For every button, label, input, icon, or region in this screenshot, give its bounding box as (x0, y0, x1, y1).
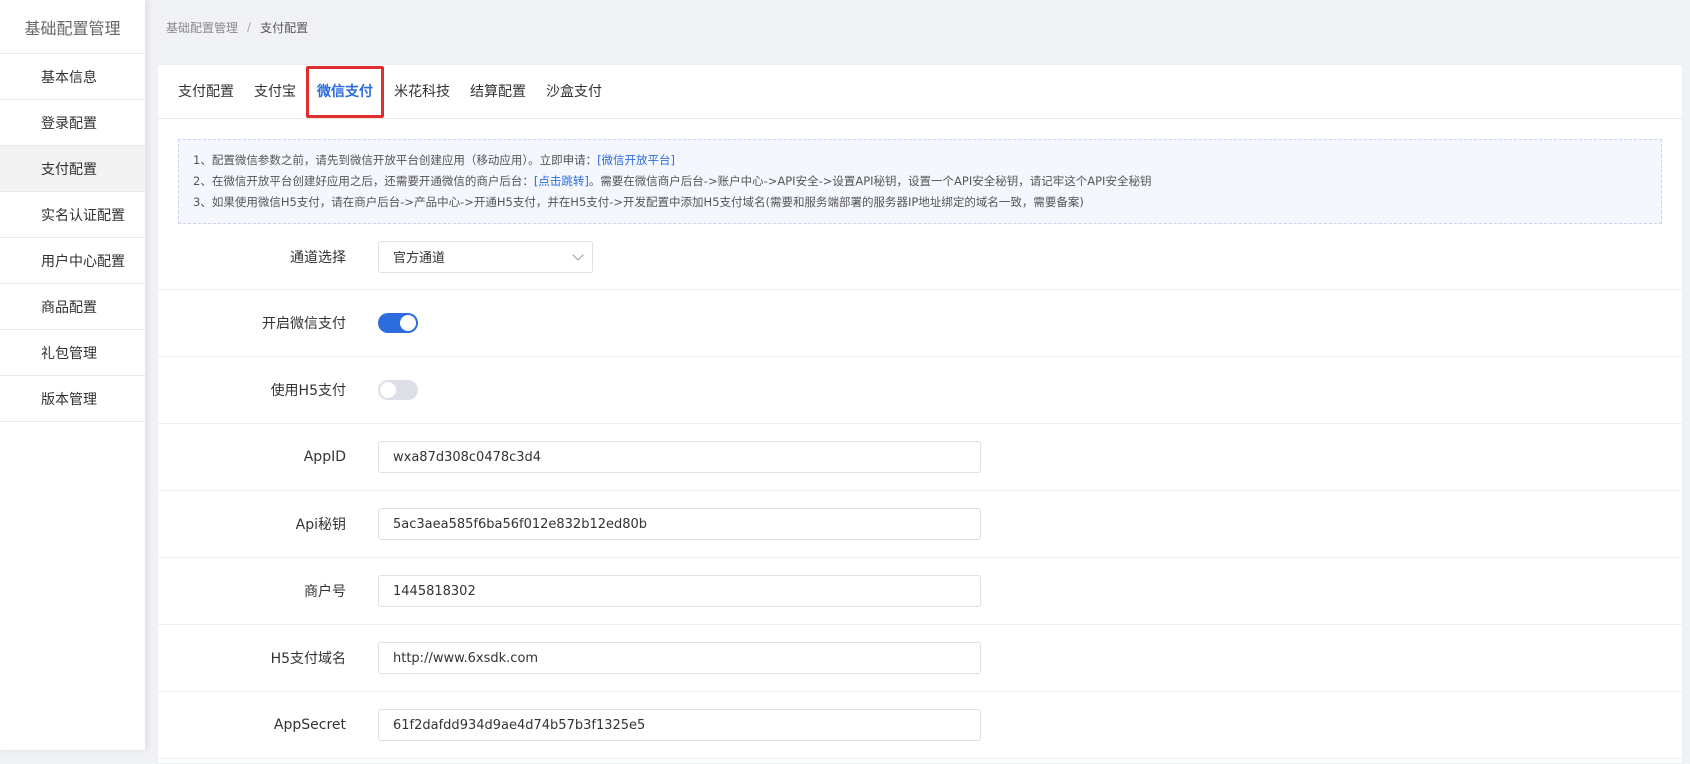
merchant-backend-link[interactable]: [点击跳转] (534, 174, 589, 188)
breadcrumb-root[interactable]: 基础配置管理 (166, 19, 238, 36)
h5-domain-input[interactable] (378, 642, 981, 674)
sidebar-item-basic-info[interactable]: 基本信息 (0, 54, 145, 100)
notice-text: 1、配置微信参数之前，请先到微信开放平台创建应用（移动应用）。立即申请： (193, 153, 598, 167)
form-row-h5-domain: H5支付域名 (158, 625, 1682, 692)
sidebar-item-label: 实名认证配置 (41, 207, 125, 224)
breadcrumb: 基础配置管理 / 支付配置 (146, 0, 1690, 54)
enable-wechat-toggle[interactable] (378, 313, 418, 333)
sidebar-item-realname-config[interactable]: 实名认证配置 (0, 192, 145, 238)
chevron-down-icon (572, 248, 584, 261)
sidebar: 基础配置管理 基本信息 登录配置 支付配置 实名认证配置 用户中心配置 商品配置… (0, 0, 146, 750)
use-h5-label: 使用H5支付 (270, 383, 346, 399)
main-card: 支付配置 支付宝 微信支付 米花科技 结算配置 沙盒支付 1、配置微信参数之前，… (157, 64, 1683, 764)
notice-text: 2、在微信开放平台创建好应用之后，还需要开通微信的商户后台： (193, 174, 534, 188)
sidebar-item-payment-config[interactable]: 支付配置 (0, 146, 145, 192)
tab-settlement-config[interactable]: 结算配置 (460, 67, 536, 117)
sidebar-item-product-config[interactable]: 商品配置 (0, 284, 145, 330)
form-row-api-secret: Api秘钥 (158, 491, 1682, 558)
sidebar-title: 基础配置管理 (0, 0, 145, 54)
appid-label: AppID (303, 449, 346, 465)
toggle-knob (400, 315, 416, 331)
sidebar-item-label: 登录配置 (41, 115, 97, 132)
tab-alipay[interactable]: 支付宝 (244, 67, 306, 117)
tab-wechat-pay[interactable]: 微信支付 (306, 65, 384, 118)
toggle-knob (380, 382, 396, 398)
enable-wechat-label: 开启微信支付 (262, 316, 346, 332)
sidebar-item-label: 基本信息 (41, 69, 97, 86)
sidebar-item-user-center-config[interactable]: 用户中心配置 (0, 238, 145, 284)
merchant-id-input[interactable] (378, 575, 981, 607)
tab-payment-config[interactable]: 支付配置 (178, 67, 244, 117)
sidebar-item-label: 支付配置 (41, 161, 97, 178)
form-row-app-secret: AppSecret (158, 692, 1682, 759)
appid-input[interactable] (378, 441, 981, 473)
form-row-merchant-id: 商户号 (158, 558, 1682, 625)
use-h5-toggle[interactable] (378, 380, 418, 400)
tab-bar: 支付配置 支付宝 微信支付 米花科技 结算配置 沙盒支付 (158, 65, 1682, 119)
app-secret-input[interactable] (378, 709, 981, 741)
sidebar-item-version-management[interactable]: 版本管理 (0, 376, 145, 422)
breadcrumb-separator: / (247, 20, 252, 34)
form-row-use-h5: 使用H5支付 (158, 357, 1682, 424)
tab-mihua-tech[interactable]: 米花科技 (384, 67, 460, 117)
channel-label: 通道选择 (290, 249, 346, 266)
notice-text: 。需要在微信商户后台->账户中心->API安全->设置API秘钥，设置一个API… (588, 174, 1152, 188)
sidebar-item-label: 用户中心配置 (41, 253, 125, 270)
app-secret-label: AppSecret (273, 717, 346, 733)
notice-line-2: 2、在微信开放平台创建好应用之后，还需要开通微信的商户后台：[点击跳转]。需要在… (193, 171, 1647, 192)
h5-domain-label: H5支付域名 (270, 651, 346, 667)
sidebar-item-login-config[interactable]: 登录配置 (0, 100, 145, 146)
merchant-id-label: 商户号 (304, 584, 346, 600)
form-row-channel: 通道选择 官方通道 (158, 224, 1682, 290)
sidebar-item-gift-management[interactable]: 礼包管理 (0, 330, 145, 376)
channel-select[interactable]: 官方通道 (378, 240, 593, 273)
notice-line-1: 1、配置微信参数之前，请先到微信开放平台创建应用（移动应用）。立即申请：[微信开… (193, 150, 1647, 171)
notice-line-3: 3、如果使用微信H5支付，请在商户后台->产品中心->开通H5支付，并在H5支付… (193, 195, 1084, 209)
sidebar-item-label: 礼包管理 (41, 345, 97, 362)
sidebar-item-label: 商品配置 (41, 299, 97, 316)
sidebar-item-label: 版本管理 (41, 391, 97, 408)
api-secret-input[interactable] (378, 508, 981, 540)
api-secret-label: Api秘钥 (295, 517, 346, 533)
form-row-appid: AppID (158, 424, 1682, 491)
channel-select-value: 官方通道 (393, 251, 446, 266)
wechat-open-platform-link[interactable]: [微信开放平台] (597, 153, 675, 167)
tab-sandbox-pay[interactable]: 沙盒支付 (536, 67, 612, 117)
form-row-enable-wechat: 开启微信支付 (158, 290, 1682, 357)
breadcrumb-current: 支付配置 (260, 20, 309, 35)
notice-box: 1、配置微信参数之前，请先到微信开放平台创建应用（移动应用）。立即申请：[微信开… (178, 139, 1662, 224)
